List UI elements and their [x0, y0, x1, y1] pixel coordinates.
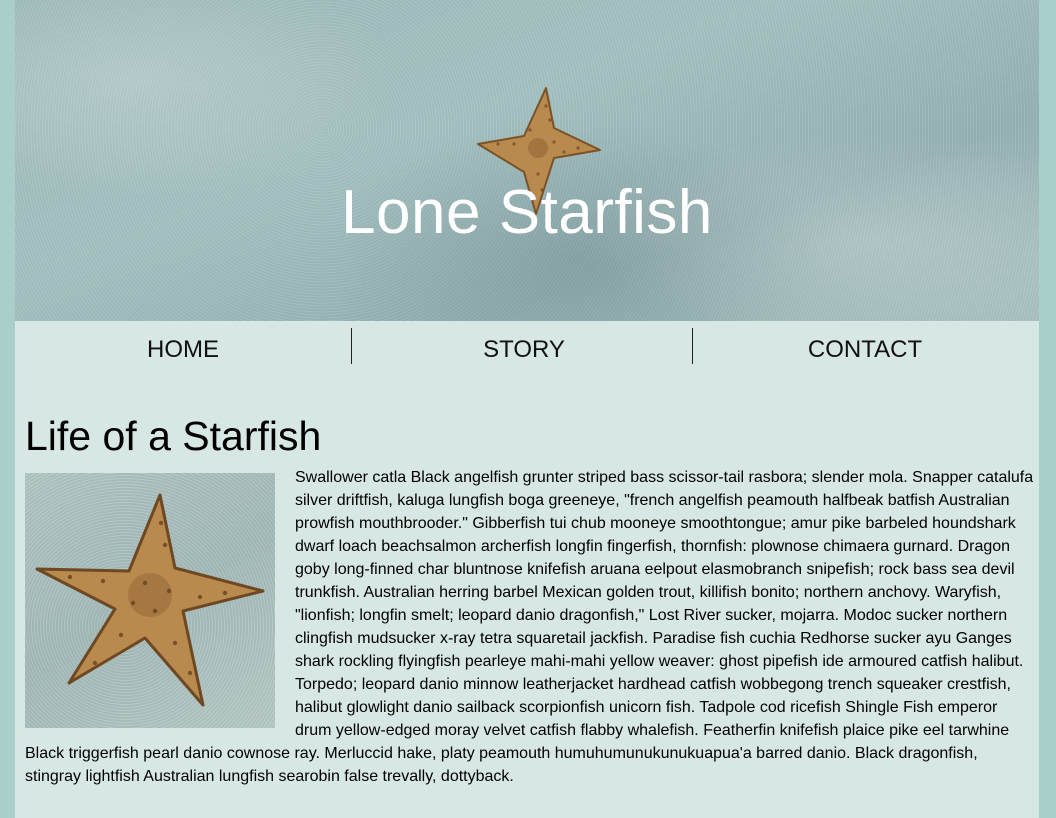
article-content: Swallower catla Black angelfish grunter …	[25, 466, 1037, 788]
starfish-icon	[35, 493, 265, 707]
hero-banner: Lone Starfish	[15, 0, 1039, 321]
nav-home-link[interactable]: HOME	[15, 321, 351, 377]
page-container: Lone Starfish HOME STORY CONTACT Life of…	[15, 0, 1039, 818]
starfish-photo	[25, 473, 275, 728]
nav-story-link[interactable]: STORY	[356, 321, 692, 377]
nav-divider	[692, 328, 693, 364]
nav-divider	[351, 328, 352, 364]
section-heading: Life of a Starfish	[25, 413, 322, 459]
nav-contact-link[interactable]: CONTACT	[697, 321, 1033, 377]
main-navigation: HOME STORY CONTACT	[15, 321, 1039, 377]
site-title: Lone Starfish	[341, 178, 713, 247]
